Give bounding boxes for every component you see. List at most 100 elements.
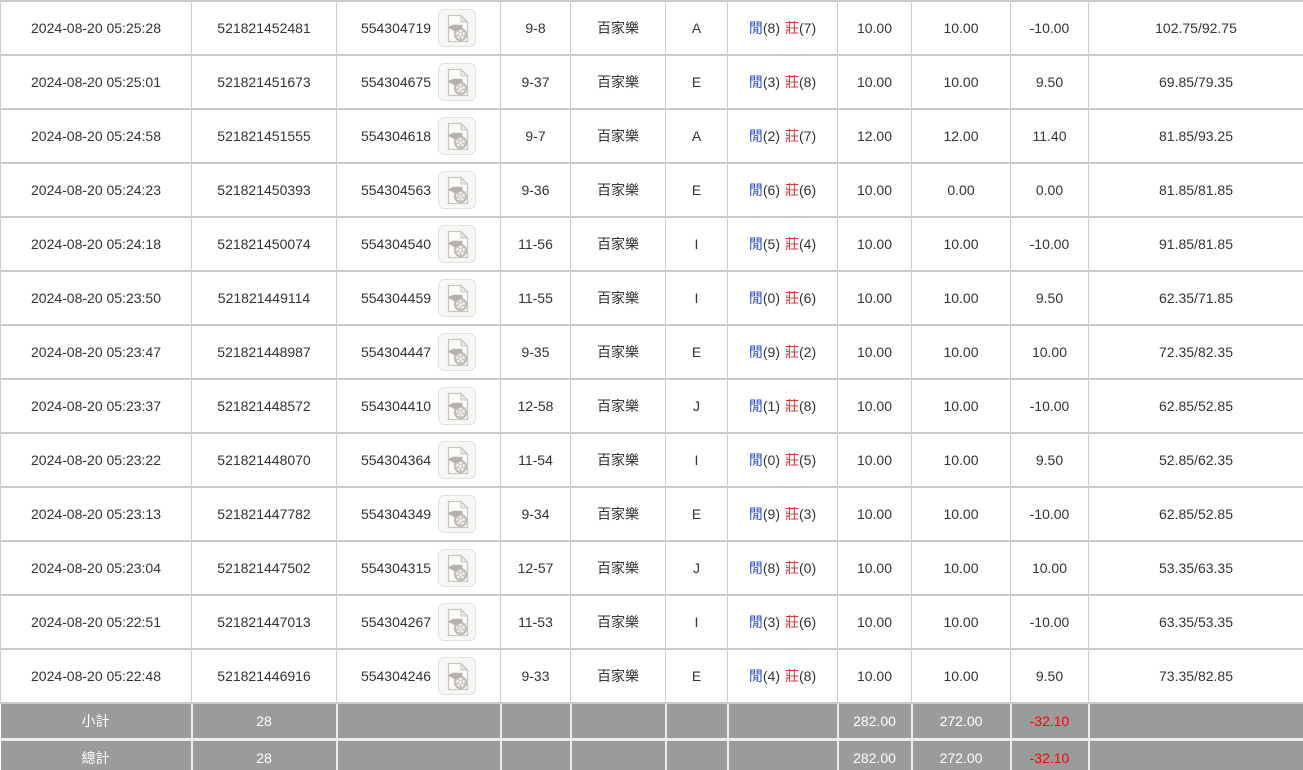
game-type: 百家樂 <box>570 649 666 704</box>
empty-cell <box>665 739 729 770</box>
bet-id: 521821446916 <box>191 649 337 704</box>
bet-time: 2024-08-20 05:23:04 <box>0 541 192 596</box>
result-cell: 閒0莊6 <box>727 271 838 326</box>
bet-time: 2024-08-20 05:23:37 <box>0 379 192 434</box>
player-result: 閒4 <box>749 668 780 684</box>
video-document-icon <box>447 175 469 204</box>
table-letter: I <box>665 217 728 272</box>
player-label: 閒 <box>748 20 763 36</box>
video-replay-button[interactable] <box>438 279 477 317</box>
banker-points: 6 <box>799 614 816 630</box>
video-replay-button[interactable] <box>438 387 477 425</box>
game-type: 百家樂 <box>570 379 666 434</box>
player-label: 閒 <box>748 128 763 144</box>
game-id-cell: 554304459 <box>336 271 501 326</box>
video-replay-button[interactable] <box>438 225 477 263</box>
valid-amount: 10.00 <box>911 433 1011 488</box>
subtotal-count: 28 <box>191 703 338 741</box>
bet-amount: 10.00 <box>837 541 912 596</box>
game-id-cell: 554304364 <box>336 433 501 488</box>
subtotal-label: 小計 <box>0 703 193 741</box>
balance: 81.85/93.25 <box>1088 109 1303 164</box>
game-id: 554304315 <box>360 560 432 576</box>
banker-label: 莊 <box>785 452 799 468</box>
video-replay-button[interactable] <box>438 657 477 695</box>
bet-time: 2024-08-20 05:23:50 <box>0 271 192 326</box>
bet-amount: 10.00 <box>837 649 912 704</box>
winloss-amount: 9.50 <box>1010 55 1089 110</box>
winloss-amount: 10.00 <box>1010 325 1089 380</box>
empty-cell <box>336 703 502 741</box>
player-label: 閒 <box>748 614 763 630</box>
video-replay-button[interactable] <box>438 495 477 533</box>
video-replay-button[interactable] <box>438 63 477 101</box>
game-id-cell: 554304618 <box>336 109 501 164</box>
banker-label: 莊 <box>785 290 799 306</box>
bet-amount: 10.00 <box>837 217 912 272</box>
balance: 62.85/52.85 <box>1088 379 1303 434</box>
banker-label: 莊 <box>785 560 799 576</box>
bet-amount: 10.00 <box>837 271 912 326</box>
video-replay-button[interactable] <box>438 333 477 371</box>
video-replay-button[interactable] <box>438 441 477 479</box>
result-cell: 閒0莊5 <box>727 433 838 488</box>
table-row: 2024-08-20 05:25:28 521821452481 5543047… <box>0 1 1303 56</box>
valid-amount: 10.00 <box>911 379 1011 434</box>
banker-result: 莊7 <box>785 128 816 144</box>
balance: 81.85/81.85 <box>1088 163 1303 218</box>
banker-label: 莊 <box>785 398 799 414</box>
balance: 73.35/82.85 <box>1088 649 1303 704</box>
banker-result: 莊4 <box>785 236 816 252</box>
balance: 69.85/79.35 <box>1088 55 1303 110</box>
bet-id: 521821450074 <box>191 217 337 272</box>
video-document-icon <box>447 67 469 96</box>
round-number: 9-8 <box>500 1 571 56</box>
player-points: 8 <box>763 20 780 36</box>
game-type: 百家樂 <box>570 433 666 488</box>
player-label: 閒 <box>748 452 763 468</box>
player-points: 8 <box>763 560 780 576</box>
game-type: 百家樂 <box>570 163 666 218</box>
banker-label: 莊 <box>785 182 799 198</box>
bet-id: 521821449114 <box>191 271 337 326</box>
subtotal-bet-amount: 282.00 <box>837 703 913 741</box>
valid-amount: 0.00 <box>911 163 1011 218</box>
player-label: 閒 <box>748 236 763 252</box>
banker-points: 6 <box>799 182 816 198</box>
table-letter: E <box>665 325 728 380</box>
round-number: 11-54 <box>500 433 571 488</box>
balance: 72.35/82.35 <box>1088 325 1303 380</box>
banker-result: 莊3 <box>785 506 816 522</box>
game-id: 554304246 <box>360 668 432 684</box>
table-row: 2024-08-20 05:25:01 521821451673 5543046… <box>0 55 1303 110</box>
banker-result: 莊8 <box>785 74 816 90</box>
result-cell: 閒8莊0 <box>727 541 838 596</box>
game-type: 百家樂 <box>570 487 666 542</box>
video-replay-button[interactable] <box>438 9 477 47</box>
banker-label: 莊 <box>785 506 799 522</box>
player-points: 9 <box>763 506 780 522</box>
game-id-cell: 554304315 <box>336 541 501 596</box>
video-replay-button[interactable] <box>438 171 477 209</box>
player-points: 0 <box>763 452 780 468</box>
valid-amount: 10.00 <box>911 595 1011 650</box>
banker-label: 莊 <box>785 74 799 90</box>
bet-time: 2024-08-20 05:25:01 <box>0 55 192 110</box>
total-row: 總計 28 282.00 272.00 -32.10 <box>0 739 1303 770</box>
player-points: 3 <box>763 614 780 630</box>
video-replay-button[interactable] <box>438 549 477 587</box>
round-number: 11-55 <box>500 271 571 326</box>
result-cell: 閒1莊8 <box>727 379 838 434</box>
empty-cell <box>1088 739 1303 770</box>
balance: 63.35/53.35 <box>1088 595 1303 650</box>
player-result: 閒0 <box>749 290 780 306</box>
bet-time: 2024-08-20 05:24:58 <box>0 109 192 164</box>
banker-points: 7 <box>799 20 816 36</box>
winloss-amount: -10.00 <box>1010 1 1089 56</box>
bet-amount: 10.00 <box>837 1 912 56</box>
video-replay-button[interactable] <box>438 117 477 155</box>
result-cell: 閒3莊6 <box>727 595 838 650</box>
video-replay-button[interactable] <box>438 603 477 641</box>
round-number: 9-36 <box>500 163 571 218</box>
player-label: 閒 <box>748 74 763 90</box>
